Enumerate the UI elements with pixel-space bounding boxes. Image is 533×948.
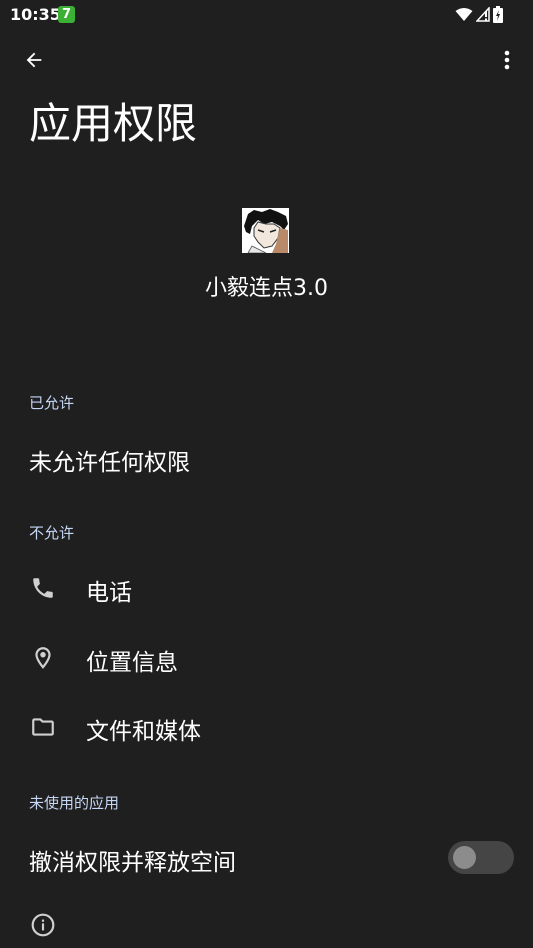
phone-icon xyxy=(30,575,56,601)
info-icon xyxy=(30,913,56,942)
wifi-icon xyxy=(455,7,473,26)
arrow-back-icon xyxy=(23,49,45,75)
more-options-button[interactable] xyxy=(487,42,527,82)
notification-badge: 7 xyxy=(58,6,75,23)
battery-icon xyxy=(493,6,503,27)
page-title: 应用权限 xyxy=(29,99,198,148)
section-header-unused: 未使用的应用 xyxy=(29,794,120,812)
status-time: 10:35 xyxy=(10,5,61,24)
permission-label: 电话 xyxy=(86,580,132,606)
section-header-allowed: 已允许 xyxy=(29,394,75,412)
permission-item-phone[interactable]: 电话 xyxy=(0,558,533,618)
toggle-knob xyxy=(453,846,476,869)
permission-item-location[interactable]: 位置信息 xyxy=(0,628,533,688)
section-header-denied: 不允许 xyxy=(29,524,75,542)
permission-label: 位置信息 xyxy=(86,650,178,676)
app-avatar-icon xyxy=(242,208,289,254)
status-icons xyxy=(455,6,503,27)
folder-icon xyxy=(30,714,56,740)
signal-icon xyxy=(475,6,490,26)
info-button[interactable] xyxy=(30,912,56,938)
revoke-permissions-toggle[interactable] xyxy=(448,841,514,874)
permission-item-files-media[interactable]: 文件和媒体 xyxy=(0,697,533,757)
status-bar: 10:35 7 xyxy=(0,0,533,30)
allowed-empty-text: 未允许任何权限 xyxy=(29,450,190,476)
app-name: 小毅连点3.0 xyxy=(205,276,328,301)
location-icon xyxy=(30,645,56,671)
back-button[interactable] xyxy=(14,42,54,82)
permission-label: 文件和媒体 xyxy=(86,719,201,745)
revoke-permissions-label: 撤消权限并释放空间 xyxy=(29,850,236,876)
more-vert-icon xyxy=(504,50,510,74)
